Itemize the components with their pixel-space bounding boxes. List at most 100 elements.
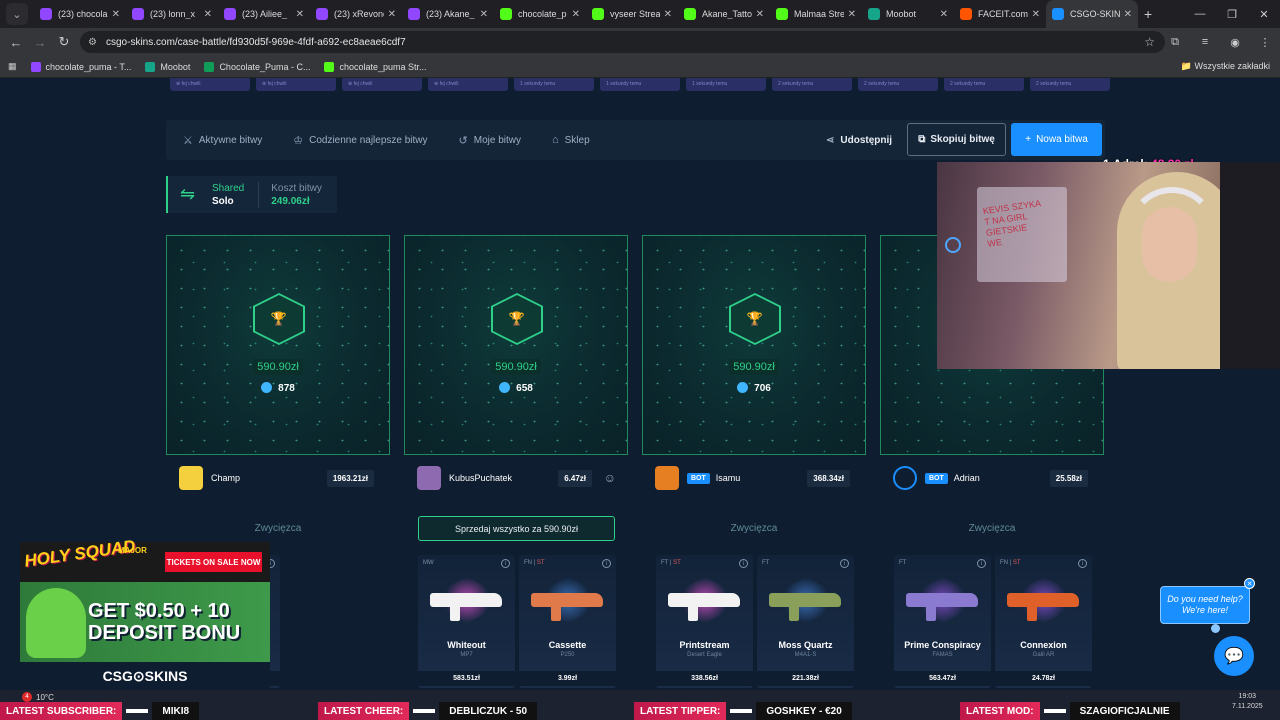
nav-shop[interactable]: ⌂ Sklep (552, 134, 590, 146)
info-icon[interactable]: i (840, 559, 849, 568)
info-icon[interactable]: i (977, 559, 986, 568)
live-drop-chip[interactable]: ⊕ fej chwili (428, 78, 508, 91)
sell-all-button[interactable]: Sprzedaj wszystko za 590.90zł (418, 516, 615, 541)
tab-close-icon[interactable]: ✕ (1032, 9, 1040, 20)
tab-favicon-icon (500, 8, 512, 20)
live-drop-chip[interactable]: 1 sekundy temu (514, 78, 594, 91)
item-card[interactable]: FT i Prime Conspiracy FAMAS 563.47zł (894, 555, 991, 688)
item-card[interactable]: FT i Moss Quartz M4A1-S 221.38zł (757, 555, 854, 688)
reload-button[interactable]: ↻ (52, 34, 76, 50)
player-name[interactable]: Champ (211, 473, 240, 483)
ticker-label: LATEST SUBSCRIBER: (0, 702, 123, 720)
browser-tab[interactable]: (23) chocola ✕ (34, 0, 126, 28)
close-window-button[interactable]: ✕ (1248, 0, 1280, 28)
media-icon[interactable]: ≡ (1190, 28, 1220, 56)
bookmark-item[interactable]: chocolate_puma Str... (324, 61, 427, 72)
live-drop-chip[interactable]: ⊕ fej chwili (170, 78, 250, 91)
live-drop-chip[interactable]: ⊕ fej chwili (342, 78, 422, 91)
tab-close-icon[interactable]: ✕ (296, 9, 304, 20)
url-field[interactable]: ⚙ csgo-skins.com/case-battle/fd930d5f-96… (80, 31, 1165, 53)
browser-tab[interactable]: (23) xRevone ✕ (310, 0, 402, 28)
new-tab-button[interactable]: + (1144, 6, 1152, 22)
emoji-icon[interactable]: ☺ (604, 471, 616, 485)
info-icon[interactable]: i (739, 559, 748, 568)
extensions-icon[interactable]: ⧉ (1160, 28, 1190, 56)
player-name[interactable]: KubusPuchatek (449, 473, 512, 483)
menu-icon[interactable]: ⋮ (1250, 28, 1280, 56)
browser-tab[interactable]: vyseer Strea ✕ (586, 0, 678, 28)
all-bookmarks[interactable]: 📁 Wszystkie zakładki (1181, 61, 1270, 72)
help-close-icon[interactable]: ✕ (1244, 578, 1255, 589)
tab-label: Moobot (886, 9, 917, 19)
nav-active-battles[interactable]: ⚔ Aktywne bitwy (183, 134, 262, 147)
new-battle-button[interactable]: + Nowa bitwa (1011, 123, 1102, 156)
tab-close-icon[interactable]: ✕ (388, 9, 396, 20)
tab-close-icon[interactable]: ✕ (940, 9, 948, 20)
maximize-button[interactable]: ❐ (1216, 0, 1248, 28)
item-weapon: FAMAS (932, 652, 953, 658)
promo-brand: CSG⊙SKINS (20, 662, 270, 690)
profile-icon[interactable]: ◉ (1220, 28, 1250, 56)
bookmark-item[interactable]: Chocolate_Puma - C... (204, 61, 310, 72)
tab-close-icon[interactable]: ✕ (848, 9, 856, 20)
live-drop-chip[interactable]: 2 sekundy temu (772, 78, 852, 91)
tab-close-icon[interactable]: ✕ (204, 9, 212, 20)
item-card[interactable]: FN | ST i Cassette P250 3.99zł (519, 555, 616, 688)
live-drop-chip[interactable]: 1 sekundy temu (600, 78, 680, 91)
nav-my-battles[interactable]: ↺ Moje bitwy (459, 134, 521, 147)
tab-close-icon[interactable]: ✕ (664, 9, 672, 20)
live-drop-chip[interactable]: 2 sekundy temu (944, 78, 1024, 91)
chat-button[interactable]: 💬 (1214, 636, 1254, 676)
tab-close-icon[interactable]: ✕ (756, 9, 764, 20)
bookmark-item[interactable]: Moobot (145, 61, 190, 72)
browser-tab[interactable]: FACEIT.com ✕ (954, 0, 1046, 28)
item-card[interactable]: MW i Whiteout MP7 583.51zł (418, 555, 515, 688)
item-card[interactable]: FT | ST i Printstream Desert Eagle 338.56zł (656, 555, 753, 688)
info-icon[interactable]: i (501, 559, 510, 568)
nav-daily-best[interactable]: ♔ Codzienne najlepsze bitwy (293, 134, 427, 147)
coin-value: 658 (516, 383, 533, 394)
temperature: 10°C (36, 692, 54, 702)
tab-label: (23) Ailiee_ (242, 9, 288, 19)
live-drop-chip[interactable]: ⊕ fej chwili (256, 78, 336, 91)
info-icon[interactable]: i (1078, 559, 1087, 568)
share-button[interactable]: ⋖ Udostępnij (826, 135, 892, 146)
tab-close-icon[interactable]: ✕ (572, 9, 580, 20)
tab-search-icon[interactable]: ⌄ (6, 3, 28, 25)
tab-close-icon[interactable]: ✕ (1124, 9, 1132, 20)
player-name[interactable]: Adrian (954, 473, 980, 483)
live-drop-chip[interactable]: 1 sekundy temu (686, 78, 766, 91)
apps-icon[interactable]: ▦ (8, 61, 17, 72)
help-bubble[interactable]: Do you need help? We're here! (1160, 586, 1250, 624)
browser-tab[interactable]: CSGO-SKINS ✕ (1046, 0, 1138, 28)
browser-tab[interactable]: Malmaa Stre ✕ (770, 0, 862, 28)
winner-label: Zwycięzca (254, 523, 302, 534)
browser-tab[interactable]: Akane_Tatto ✕ (678, 0, 770, 28)
coin-icon (737, 382, 749, 393)
minimize-button[interactable]: — (1184, 0, 1216, 28)
info-icon[interactable]: i (602, 559, 611, 568)
weapon-grip (688, 605, 698, 621)
live-drop-chip[interactable]: 2 sekundy temu (858, 78, 938, 91)
tab-close-icon[interactable]: ✕ (112, 9, 120, 20)
window-controls: — ❐ ✕ (1184, 0, 1280, 28)
live-drop-chip[interactable]: 2 sekundy temu (1030, 78, 1110, 91)
weather-widget[interactable]: 4 10°C (22, 692, 54, 702)
item-card[interactable]: FN | ST i Connexion Galil AR 24.78zł (995, 555, 1092, 688)
player-name[interactable]: Isamu (716, 473, 741, 483)
browser-tab[interactable]: chocolate_p ✕ (494, 0, 586, 28)
coin-icon (499, 382, 511, 393)
bookmark-item[interactable]: chocolate_puma - T... (30, 61, 131, 72)
browser-tab[interactable]: Moobot ✕ (862, 0, 954, 28)
tab-close-icon[interactable]: ✕ (480, 9, 488, 20)
browser-tab[interactable]: (23) Ailiee_ ✕ (218, 0, 310, 28)
forward-button[interactable]: → (28, 35, 52, 50)
bookmark-star-icon[interactable]: ☆ (1144, 35, 1155, 49)
item-condition: MW (423, 560, 434, 566)
site-info-icon[interactable]: ⚙ (88, 37, 97, 48)
copy-battle-button[interactable]: ⧉ Skopiuj bitwę (907, 123, 1006, 156)
back-button[interactable]: ← (4, 35, 28, 50)
browser-tab[interactable]: (23) lonn_x ✕ (126, 0, 218, 28)
avatar (417, 466, 441, 490)
browser-tab[interactable]: (23) Akane_ ✕ (402, 0, 494, 28)
